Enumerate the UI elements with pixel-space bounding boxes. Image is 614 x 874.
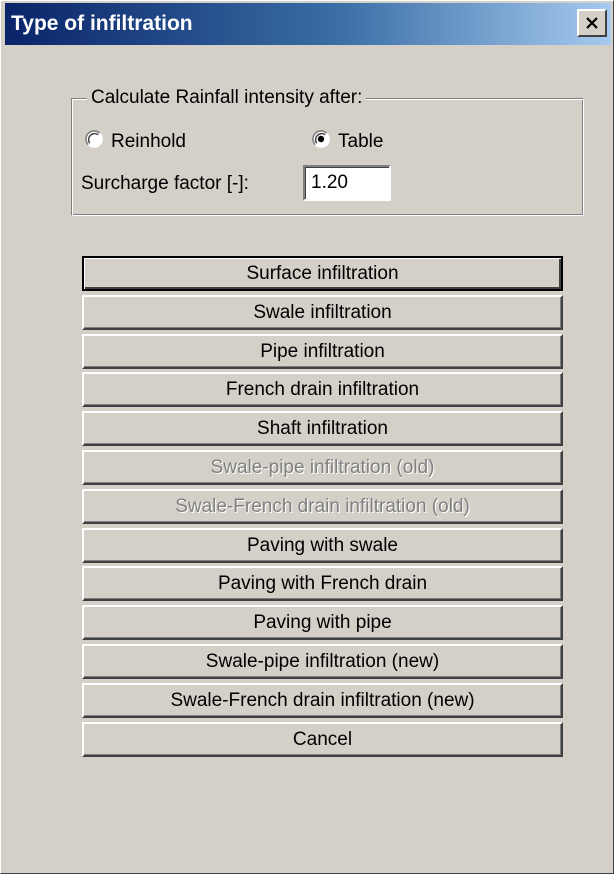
radio-table[interactable] <box>312 130 330 148</box>
surface-infiltration-button[interactable]: Surface infiltration <box>82 256 563 291</box>
window-title: Type of infiltration <box>11 12 193 35</box>
cancel-button[interactable]: Cancel <box>82 721 563 757</box>
french-drain-infiltration-button[interactable]: French drain infiltration <box>82 372 563 408</box>
radio-reinhold-label[interactable]: Reinhold <box>111 131 186 153</box>
radio-table-label[interactable]: Table <box>338 131 383 153</box>
swale-pipe-old-button: Swale-pipe infiltration (old) <box>82 449 563 485</box>
pipe-infiltration-button[interactable]: Pipe infiltration <box>82 333 563 369</box>
swale-pipe-new-button[interactable]: Swale-pipe infiltration (new) <box>82 643 563 679</box>
shaft-infiltration-button[interactable]: Shaft infiltration <box>82 411 563 447</box>
paving-with-french-drain-button[interactable]: Paving with French drain <box>82 566 563 602</box>
rainfall-group-legend: Calculate Rainfall intensity after: <box>87 87 367 109</box>
surcharge-factor-label: Surcharge factor [-]: <box>81 173 249 194</box>
swale-infiltration-button[interactable]: Swale infiltration <box>82 294 563 330</box>
paving-with-pipe-button[interactable]: Paving with pipe <box>82 605 563 641</box>
infiltration-button-list: Surface infiltration Swale infiltration … <box>82 256 563 760</box>
close-icon <box>586 17 598 29</box>
radio-reinhold[interactable] <box>85 130 103 148</box>
dialog-window: Type of infiltration Calculate Rainfall … <box>0 0 614 874</box>
paving-with-swale-button[interactable]: Paving with swale <box>82 527 563 563</box>
swale-french-drain-old-button: Swale-French drain infiltration (old) <box>82 488 563 524</box>
surcharge-factor-input[interactable] <box>303 165 391 201</box>
close-button[interactable] <box>577 9 607 37</box>
swale-french-drain-new-button[interactable]: Swale-French drain infiltration (new) <box>82 682 563 718</box>
title-bar[interactable]: Type of infiltration <box>5 3 611 45</box>
